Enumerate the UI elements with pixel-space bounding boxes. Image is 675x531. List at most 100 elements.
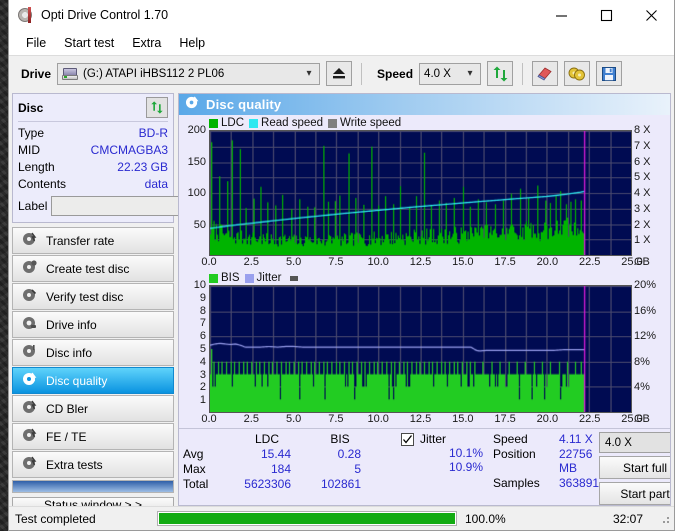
disc-row-contents-value: data xyxy=(144,177,168,191)
readout-grid: Speed 4.11 X Position 22756 MB Samples 3… xyxy=(493,432,599,490)
drive-label: Drive xyxy=(21,66,52,81)
disc-refresh-button[interactable] xyxy=(146,97,168,118)
menu-item-start-test[interactable]: Start test xyxy=(55,34,123,52)
disc-quality-icon xyxy=(185,96,199,114)
stats-corner xyxy=(183,432,229,446)
sidebar-item-create-test-disc[interactable]: Create test disc xyxy=(12,255,174,282)
legend-item-read-speed: Read speed xyxy=(249,117,323,129)
stats-panel: LDC BIS Avg 15.44 0.28 Max 184 5 Total 5… xyxy=(179,428,670,505)
status-message: Test completed xyxy=(15,511,96,526)
sidebar-item-disc-info[interactable]: Disc info xyxy=(12,339,174,366)
disc-info-icon xyxy=(22,344,37,361)
stats-row-avg-ldc: 15.44 xyxy=(260,447,291,461)
menu-bar: File Start test Extra Help xyxy=(9,31,674,55)
axis-tick-label: 2 X xyxy=(634,218,651,231)
sidebar-item-label: FE / TE xyxy=(46,429,87,444)
axis-tick-label: 3 X xyxy=(634,202,651,215)
stats-row-total-label: Total xyxy=(183,477,209,491)
stats-header-bis: BIS xyxy=(330,432,350,446)
refresh-button[interactable] xyxy=(487,61,514,86)
axis-tick-label: 150 xyxy=(187,155,206,168)
axis-unit-label: GB xyxy=(634,413,650,425)
main-panel-title: Disc quality xyxy=(206,97,282,112)
axis-tick-label: 7.5 xyxy=(328,256,344,268)
axis-tick-label: 10.0 xyxy=(367,413,389,425)
toolbar-divider-1 xyxy=(361,62,363,85)
axis-tick-label: 6 X xyxy=(634,155,651,168)
status-bar: Test completed 100.0% 32:07 xyxy=(9,506,674,530)
minimize-icon[interactable] xyxy=(539,0,584,31)
maximize-icon[interactable] xyxy=(584,0,629,31)
legend-item-jitter: Jitter xyxy=(244,272,282,284)
axis-tick-label: 0.0 xyxy=(201,413,217,425)
sidebar-item-extra-tests[interactable]: Extra tests xyxy=(12,451,174,478)
axis-tick-label: 8 xyxy=(199,304,206,317)
chart2-plot-area: 1 2 3 4 5 6 7 8 9 10 4% 8% 12% 16% 20% xyxy=(181,279,668,413)
legend-item-ldc: LDC xyxy=(209,117,244,129)
axis-tick-label: 12% xyxy=(634,330,657,343)
sidebar-item-fe-te[interactable]: FE / TE xyxy=(12,423,174,450)
stats-row-total-ldc: 5623306 xyxy=(244,477,291,491)
stats-header-ldc: LDC xyxy=(254,432,279,446)
stats-grid: LDC BIS Avg 15.44 0.28 Max 184 5 Total 5… xyxy=(183,432,401,491)
status-window-button[interactable]: Status window > > xyxy=(12,497,174,506)
stats-table: LDC BIS Avg 15.44 0.28 Max 184 5 Total 5… xyxy=(183,432,401,505)
sidebar-item-disc-quality[interactable]: Disc quality xyxy=(12,367,174,394)
axis-tick-label: 5.0 xyxy=(285,256,302,268)
sidebar-item-cd-bler[interactable]: CD Bler xyxy=(12,395,174,422)
drive-select[interactable]: (G:) ATAPI iHBS112 2 PL06 ▾ xyxy=(57,62,321,85)
speed-select-value: 4.0 X xyxy=(424,67,451,80)
menu-item-help[interactable]: Help xyxy=(170,34,214,52)
start-full-button[interactable]: Start full xyxy=(599,456,670,479)
legend-swatch-read-speed xyxy=(249,118,259,128)
chart1-plot[interactable] xyxy=(209,130,632,256)
eject-button[interactable] xyxy=(326,61,353,86)
desktop-background: Opti Drive Control 1.70 File Start test … xyxy=(0,0,675,531)
legend-swatch-bis xyxy=(209,273,218,283)
resize-grip[interactable] xyxy=(659,513,671,525)
axis-tick-label: 2 xyxy=(199,381,206,394)
axis-tick-label: 0.0 xyxy=(201,256,217,268)
readout-samples-key: Samples xyxy=(493,476,540,490)
sidebar-item-label: Disc info xyxy=(46,345,93,360)
menu-item-extra[interactable]: Extra xyxy=(123,34,170,52)
erase-button[interactable] xyxy=(532,61,559,86)
sidebar-item-label: Extra tests xyxy=(46,457,103,472)
jitter-checkbox[interactable] xyxy=(401,432,414,446)
save-button[interactable] xyxy=(596,61,623,86)
sidebar-item-drive-info[interactable]: Drive info xyxy=(12,311,174,338)
sidebar-item-verify-test-disc[interactable]: Verify test disc xyxy=(12,283,174,310)
sidebar-progress-bar xyxy=(12,480,174,493)
sidebar: Disc Type BD-R MID CMCMAGBA3 Length 22.2… xyxy=(9,91,263,506)
axis-tick-label: 100 xyxy=(187,187,206,199)
chart2-x-axis: 0.0 2.5 5.0 7.5 10.0 12.5 15.0 17.5 20.0 22.5 25.0… xyxy=(201,413,650,428)
disc-row-type: Type BD-R xyxy=(18,125,168,142)
stats-row-max-label: Max xyxy=(183,462,206,476)
legend-item-write-speed: Write speed xyxy=(328,117,401,129)
test-speed-select[interactable]: 4.0 X ▾ xyxy=(599,432,670,453)
axis-tick-label: 4 xyxy=(199,355,206,368)
axis-tick-label: 15.0 xyxy=(452,413,474,425)
disc-label-row: Label xyxy=(18,195,263,217)
chart2-plot[interactable] xyxy=(209,285,632,413)
close-icon[interactable] xyxy=(629,0,674,31)
legend-label-jitter: Jitter xyxy=(256,272,282,284)
start-part-button[interactable]: Start part xyxy=(599,482,670,505)
jitter-avg-value: 10.1% xyxy=(448,446,483,460)
drive-select-value: (G:) ATAPI iHBS112 2 PL06 xyxy=(83,67,225,80)
window-title: Opti Drive Control 1.70 xyxy=(41,8,169,22)
disc-row-type-key: Type xyxy=(18,126,45,140)
sidebar-item-transfer-rate[interactable]: Transfer rate xyxy=(12,227,174,254)
axis-tick-label: 8% xyxy=(634,355,650,368)
axis-tick-label: 9 xyxy=(199,291,206,304)
discs-button[interactable] xyxy=(564,61,591,86)
content-area: Disc Type BD-R MID CMCMAGBA3 Length 22.2… xyxy=(9,91,674,506)
menu-item-file[interactable]: File xyxy=(17,34,55,52)
speed-select[interactable]: 4.0 X ▾ xyxy=(419,62,482,85)
axis-tick-label: 10.0 xyxy=(367,256,389,268)
disc-row-length-value: 22.23 GB xyxy=(117,160,168,174)
drive-info-icon xyxy=(22,316,37,333)
progress-bar xyxy=(157,511,457,526)
axis-tick-label: 5.0 xyxy=(285,413,302,425)
axis-tick-label: 4 X xyxy=(634,187,651,199)
